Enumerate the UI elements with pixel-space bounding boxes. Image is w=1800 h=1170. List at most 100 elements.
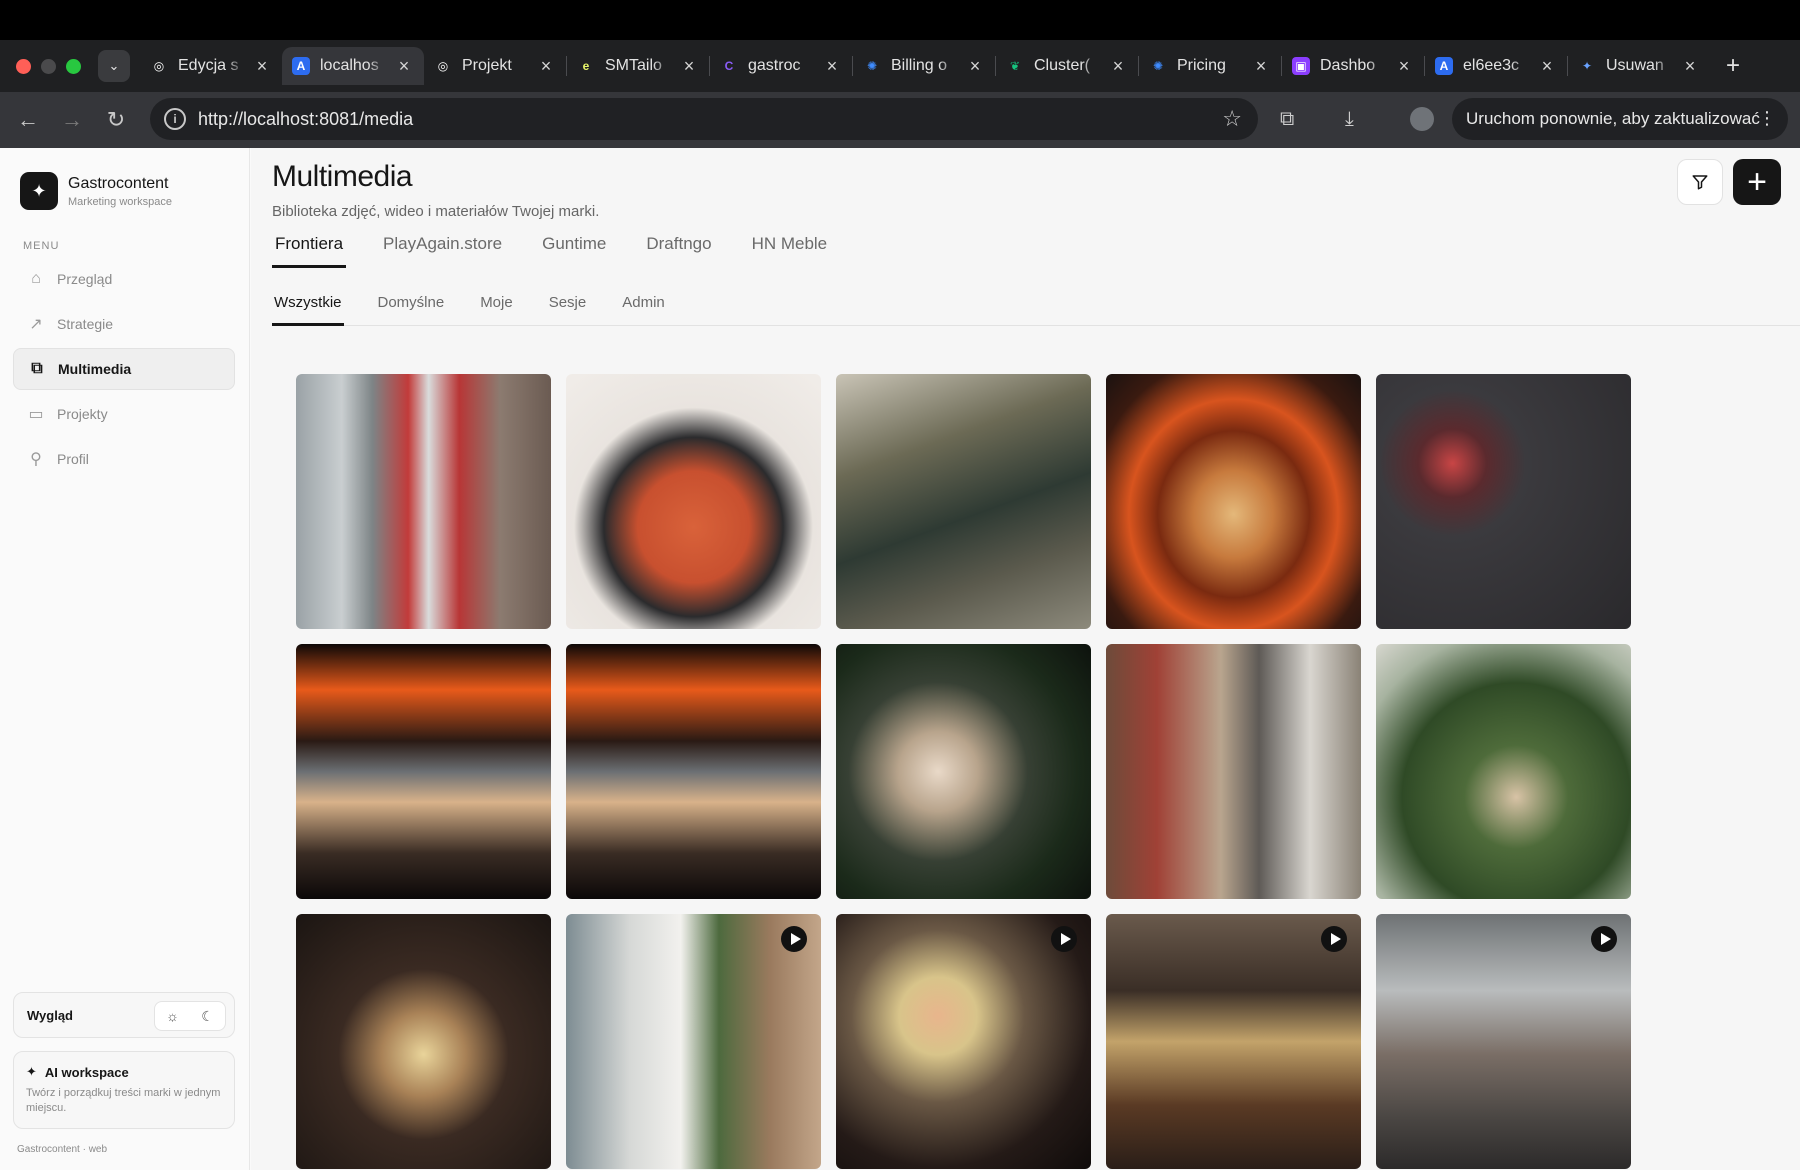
sidebar-item-label: Projekty bbox=[57, 406, 108, 422]
media-grid bbox=[296, 374, 1631, 1169]
profile-avatar[interactable] bbox=[1410, 107, 1434, 131]
bookmark-star-icon[interactable]: ☆ bbox=[1222, 106, 1242, 132]
download-icon[interactable]: ⤓ bbox=[1345, 108, 1354, 131]
a-logo-icon: A bbox=[1435, 57, 1453, 75]
maximize-window-button[interactable] bbox=[66, 58, 81, 74]
back-button[interactable]: ← bbox=[6, 107, 50, 133]
browser-tab[interactable]: Ael6ee3c × bbox=[1425, 47, 1567, 85]
media-tile-image[interactable] bbox=[296, 644, 551, 899]
media-tile-image[interactable] bbox=[1106, 374, 1361, 629]
media-tile-video[interactable] bbox=[1106, 914, 1361, 1169]
tab-title: Projekt bbox=[462, 57, 512, 74]
browser-tab[interactable]: ▣ Dashbo × bbox=[1282, 47, 1424, 85]
tab-title: Billing o bbox=[891, 57, 948, 74]
play-icon[interactable] bbox=[1591, 926, 1617, 952]
sidebar-item-projekty[interactable]: ▭ Projekty bbox=[13, 393, 235, 435]
browser-tab[interactable]: Cgastroc × bbox=[710, 47, 852, 85]
close-tab-icon[interactable]: × bbox=[1394, 56, 1414, 77]
filter-button[interactable] bbox=[1677, 159, 1723, 205]
media-tile-video[interactable] bbox=[836, 914, 1091, 1169]
media-tile-image[interactable] bbox=[566, 644, 821, 899]
close-tab-icon[interactable]: × bbox=[1537, 56, 1557, 77]
sidebar-item-multimedia[interactable]: ⧉ Multimedia bbox=[13, 348, 235, 390]
close-window-button[interactable] bbox=[16, 58, 31, 74]
tab-filter[interactable]: Moje bbox=[478, 288, 515, 326]
close-tab-icon[interactable]: × bbox=[536, 56, 556, 77]
openai-icon: ◎ bbox=[437, 59, 449, 73]
browser-tab[interactable]: Alocalhos × bbox=[282, 47, 424, 85]
close-tab-icon[interactable]: × bbox=[1251, 56, 1271, 77]
close-tab-icon[interactable]: × bbox=[252, 56, 272, 77]
leaf-icon: ❦ bbox=[1009, 59, 1021, 73]
sidebar-item-przegląd[interactable]: ⌂ Przegląd bbox=[13, 258, 235, 300]
new-tab-button[interactable]: + bbox=[1726, 52, 1740, 80]
tab-brand[interactable]: Frontiera bbox=[272, 228, 347, 268]
tab-brand[interactable]: Guntime bbox=[539, 228, 609, 268]
media-tile-image[interactable] bbox=[836, 644, 1091, 899]
browser-tab[interactable]: ❦ Cluster( × bbox=[996, 47, 1138, 85]
browser-tab[interactable]: ✺ Billing o × bbox=[853, 47, 995, 85]
close-tab-icon[interactable]: × bbox=[822, 56, 842, 77]
moon-icon[interactable]: ☾ bbox=[190, 1008, 225, 1025]
tab-title: Cluster( bbox=[1034, 57, 1091, 74]
media-tile-video[interactable] bbox=[1376, 914, 1631, 1169]
media-tile-image[interactable] bbox=[1106, 644, 1361, 899]
tab-search-button[interactable]: ⌄ bbox=[98, 50, 130, 82]
play-icon[interactable] bbox=[1051, 926, 1077, 952]
tab-title: Pricing bbox=[1177, 57, 1226, 74]
tab-filter[interactable]: Domyślne bbox=[376, 288, 447, 326]
media-tile-image[interactable] bbox=[1376, 374, 1631, 629]
close-tab-icon[interactable]: × bbox=[965, 56, 985, 77]
browser-tab-strip: ⌄ ◎ Edycja s × Alocalhos × ◎ Projekt × e SMTailo ×… bbox=[0, 40, 1800, 92]
browser-tab[interactable]: ◎ Edycja s × bbox=[140, 47, 282, 85]
update-browser-button[interactable]: Uruchom ponownie, aby zaktualizować ⋮ bbox=[1452, 98, 1788, 140]
ai-workspace-card[interactable]: ✦ AI workspace Twórz i porządkuj treści … bbox=[13, 1051, 235, 1129]
tab-brand[interactable]: HN Meble bbox=[749, 228, 831, 268]
close-tab-icon[interactable]: × bbox=[1680, 56, 1700, 77]
sidebar-nav: ⌂ Przegląd ↗ Strategie ⧉ Multimedia ▭ Projekty ⚲… bbox=[13, 258, 235, 483]
gear-logo-icon: ✺ bbox=[866, 59, 878, 73]
close-tab-icon[interactable]: × bbox=[679, 56, 699, 77]
play-icon[interactable] bbox=[781, 926, 807, 952]
browser-tab[interactable]: ✺ Pricing × bbox=[1139, 47, 1281, 85]
tab-filter[interactable]: Wszystkie bbox=[272, 288, 344, 326]
close-tab-icon[interactable]: × bbox=[1108, 56, 1128, 77]
site-info-icon[interactable]: i bbox=[164, 108, 186, 130]
media-tile-image[interactable] bbox=[296, 374, 551, 629]
media-tile-image[interactable] bbox=[566, 374, 821, 629]
tab-brand[interactable]: Draftngo bbox=[643, 228, 714, 268]
appearance-panel: Wygląd ☼ ☾ bbox=[13, 992, 235, 1038]
page-subtitle: Biblioteka zdjęć, wideo i materiałów Two… bbox=[272, 203, 600, 220]
sidebar-item-strategie[interactable]: ↗ Strategie bbox=[13, 303, 235, 345]
browser-tab[interactable]: ✦ Usuwan × bbox=[1568, 47, 1710, 85]
ai-workspace-description: Twórz i porządkuj treści marki w jednym … bbox=[26, 1087, 221, 1114]
close-tab-icon[interactable]: × bbox=[394, 56, 414, 77]
media-tile-video[interactable] bbox=[566, 914, 821, 1169]
sun-icon[interactable]: ☼ bbox=[155, 1008, 190, 1024]
extensions-icon[interactable]: ⧉ bbox=[1280, 108, 1294, 131]
minimize-window-button[interactable] bbox=[41, 58, 56, 74]
brand[interactable]: ✦ Gastrocontent Marketing workspace bbox=[20, 172, 172, 210]
ai-workspace-title: AI workspace bbox=[44, 1064, 129, 1080]
browser-tab[interactable]: ◎ Projekt × bbox=[424, 47, 566, 85]
forward-button[interactable]: → bbox=[50, 107, 94, 133]
browser-toolbar: ← → ↻ i http://localhost:8081/media ☆ ⧉ … bbox=[0, 92, 1800, 148]
sidebar-item-label: Przegląd bbox=[57, 271, 113, 287]
media-tile-image[interactable] bbox=[836, 374, 1091, 629]
add-media-button[interactable]: + bbox=[1733, 159, 1781, 205]
media-tile-image[interactable] bbox=[296, 914, 551, 1169]
browser-tab[interactable]: e SMTailo × bbox=[567, 47, 709, 85]
appearance-label: Wygląd bbox=[27, 1007, 73, 1023]
menu-label: MENU bbox=[23, 240, 60, 252]
brand-tabs: Frontiera PlayAgain.store Guntime Draftngo H… bbox=[272, 228, 864, 268]
tab-filter[interactable]: Admin bbox=[620, 288, 667, 326]
home-icon: ⌂ bbox=[31, 270, 41, 287]
media-tile-image[interactable] bbox=[1376, 644, 1631, 899]
tab-filter[interactable]: Sesje bbox=[547, 288, 589, 326]
sidebar-item-profil[interactable]: ⚲ Profil bbox=[13, 438, 235, 480]
address-bar[interactable]: i http://localhost:8081/media ☆ bbox=[150, 98, 1258, 140]
play-icon[interactable] bbox=[1321, 926, 1347, 952]
tab-brand[interactable]: PlayAgain.store bbox=[380, 228, 505, 268]
page-title: Multimedia bbox=[272, 160, 413, 193]
reload-button[interactable]: ↻ bbox=[94, 107, 138, 133]
